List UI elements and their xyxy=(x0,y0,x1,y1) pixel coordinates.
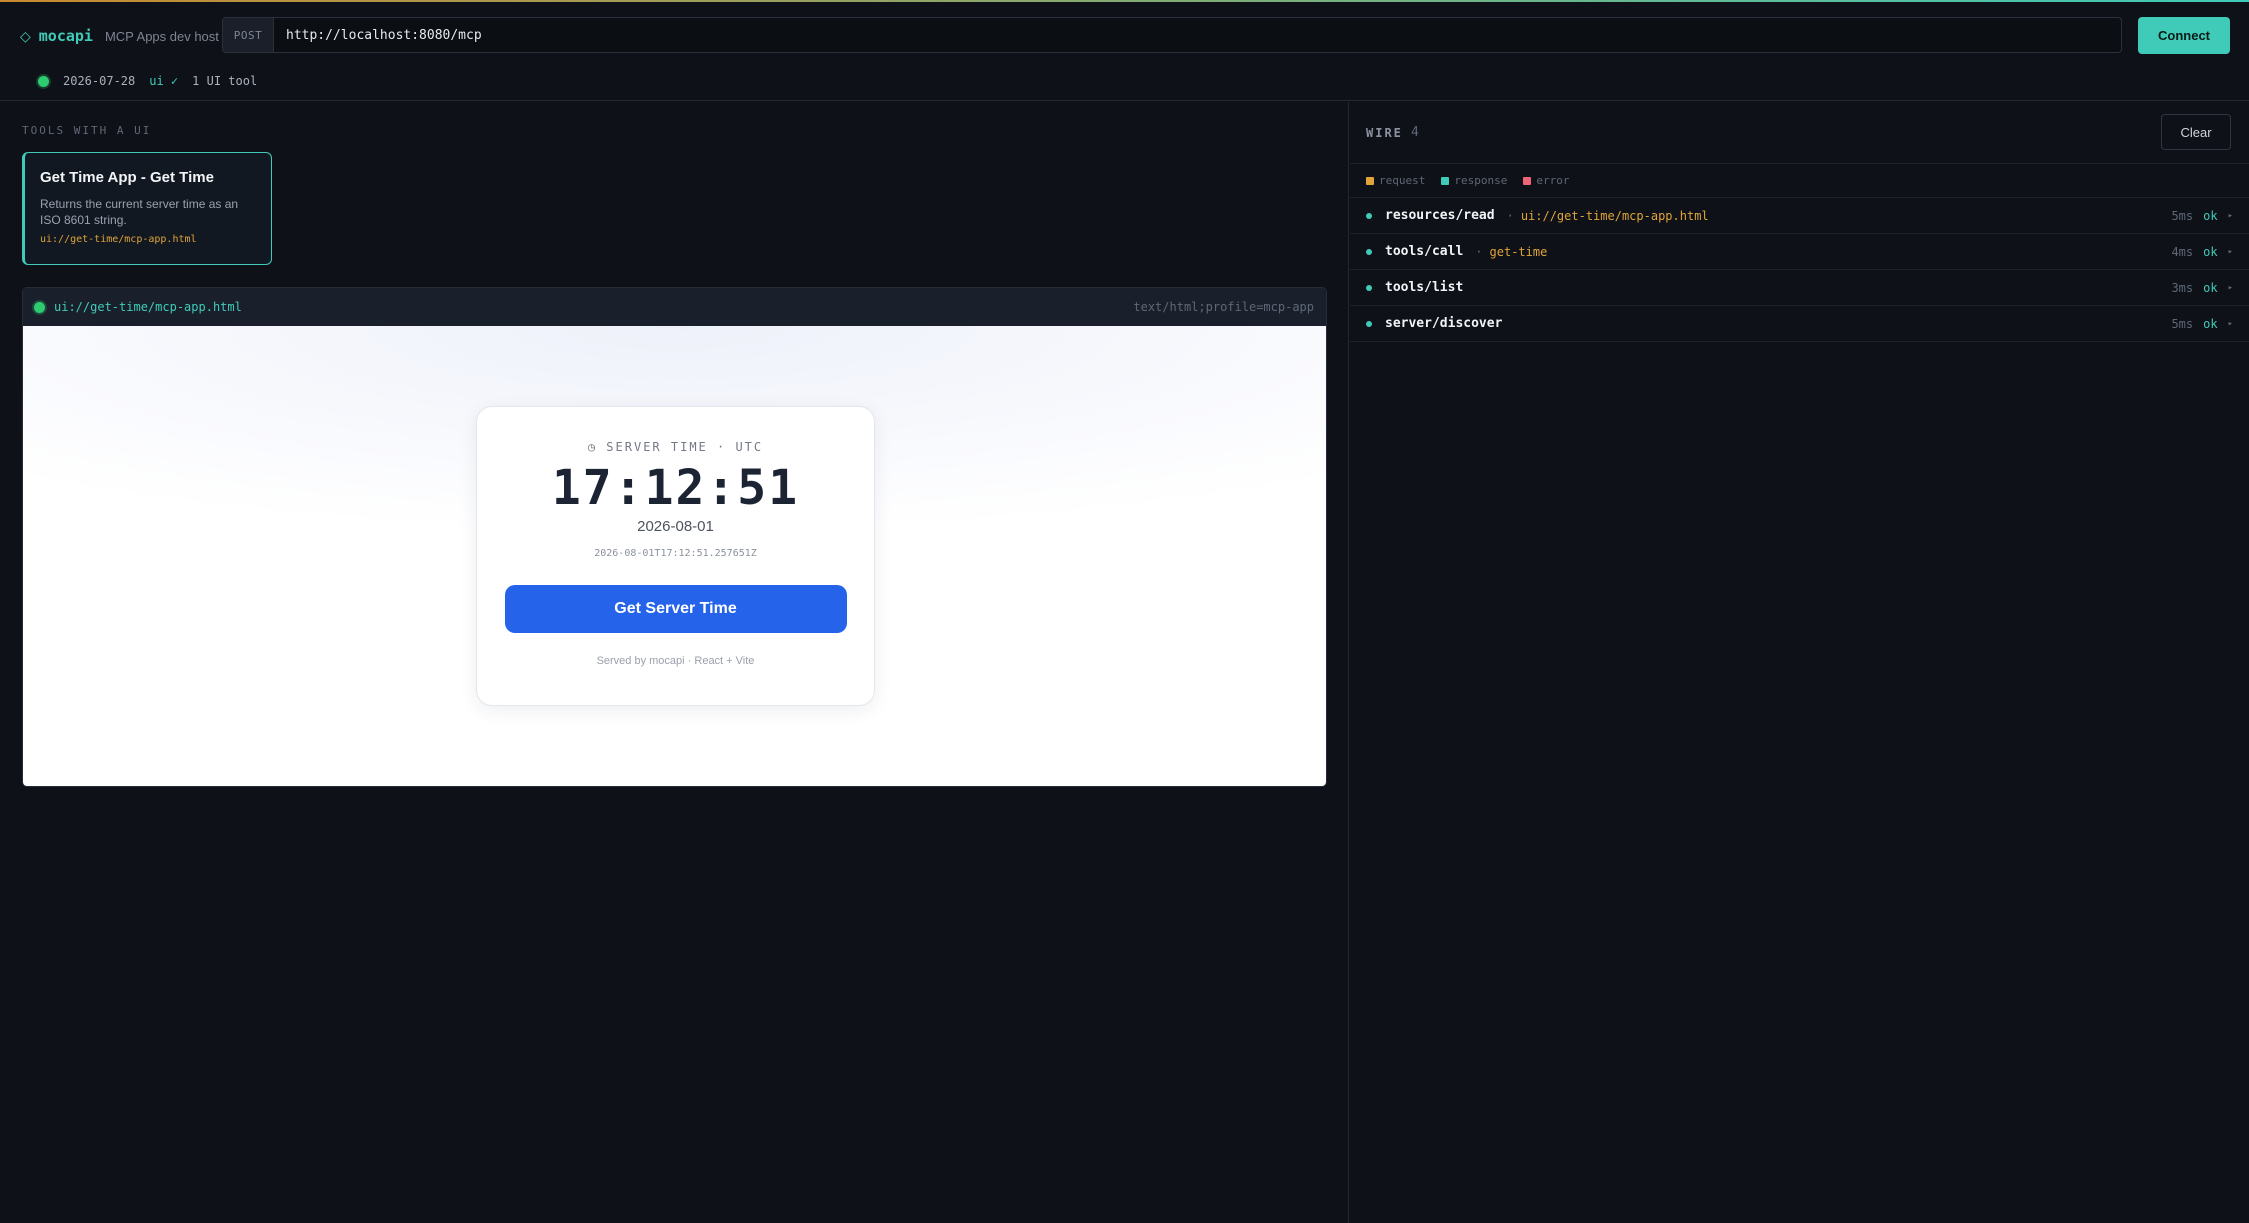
get-server-time-button[interactable]: Get Server Time xyxy=(504,585,847,633)
wire-separator: · xyxy=(1506,208,1514,223)
wire-status-dot-icon xyxy=(1366,320,1372,327)
wire-title: WIRE xyxy=(1366,126,1403,140)
url-bar: POST xyxy=(222,17,2122,53)
wire-status: ok xyxy=(2203,245,2218,259)
wire-duration: 4ms xyxy=(2171,245,2194,259)
brand-name: mocapi xyxy=(38,27,93,45)
header: ◇ mocapi MCP Apps dev host POST Connect … xyxy=(0,2,2249,101)
expand-caret-icon[interactable]: ▸ xyxy=(2228,247,2233,257)
wire-row[interactable]: tools/call · get-time 4ms ok ▸ xyxy=(1350,234,2249,270)
tools-section-label: TOOLS WITH A UI xyxy=(22,124,152,137)
wire-status: ok xyxy=(2203,281,2218,295)
tool-card-get-time[interactable]: Get Time App - Get Time Returns the curr… xyxy=(22,152,272,265)
preview-status-dot-icon xyxy=(34,301,45,313)
legend-swatch-request xyxy=(1366,176,1374,185)
wire-method: resources/read xyxy=(1385,208,1495,223)
tool-card-uri: ui://get-time/mcp-app.html xyxy=(40,234,197,245)
tool-card-title: Get Time App - Get Time xyxy=(40,169,214,186)
wire-method: tools/list xyxy=(1385,280,1464,295)
preview-mime-type: text/html;profile=mcp-app xyxy=(1133,300,1314,314)
server-time-value: 17:12:51 xyxy=(551,460,800,516)
legend-request: request xyxy=(1366,174,1425,187)
status-dot-icon xyxy=(38,75,49,87)
legend-error: error xyxy=(1523,174,1569,187)
legend-swatch-error xyxy=(1523,176,1532,185)
status-date: 2026-07-28 xyxy=(63,74,136,88)
server-url-input[interactable] xyxy=(274,18,2121,52)
wire-separator: · xyxy=(1475,244,1483,259)
wire-row[interactable]: server/discover 5ms ok ▸ xyxy=(1350,306,2249,342)
expand-caret-icon[interactable]: ▸ xyxy=(2228,319,2233,329)
preview-bar: ui://get-time/mcp-app.html text/html;pro… xyxy=(23,288,1326,326)
wire-status: ok xyxy=(2203,209,2218,223)
server-time-date: 2026-08-01 xyxy=(637,518,714,535)
connect-button[interactable]: Connect xyxy=(2138,17,2230,54)
legend-response: response xyxy=(1441,174,1507,187)
diamond-icon: ◇ xyxy=(20,27,31,44)
expand-caret-icon[interactable]: ▸ xyxy=(2228,211,2233,221)
server-time-iso: 2026-08-01T17:12:51.257651Z xyxy=(594,548,757,559)
preview-body: ◷ SERVER TIME · UTC 17:12:51 2026-08-01 … xyxy=(23,326,1326,786)
connection-status: 2026-07-28 ui ✓ 1 UI tool xyxy=(38,72,257,90)
wire-row[interactable]: resources/read · ui://get-time/mcp-app.h… xyxy=(1350,198,2249,234)
clear-button[interactable]: Clear xyxy=(2161,114,2231,150)
legend-swatch-response xyxy=(1441,176,1450,185)
ui-tool-count: 1 UI tool xyxy=(192,74,258,88)
wire-argument: ui://get-time/mcp-app.html xyxy=(1520,208,1709,223)
wire-duration: 3ms xyxy=(2171,281,2194,295)
wire-status: ok xyxy=(2203,317,2218,331)
wire-method: tools/call xyxy=(1385,244,1464,259)
http-method-badge: POST xyxy=(223,18,274,52)
wire-header: WIRE 4 Clear xyxy=(1350,102,2249,164)
server-time-label: ◷ SERVER TIME · UTC xyxy=(587,440,764,454)
wire-status-dot-icon xyxy=(1366,284,1372,291)
wire-count: 4 xyxy=(1411,125,1419,140)
tools-pane: TOOLS WITH A UI Get Time App - Get Time … xyxy=(0,102,1349,1223)
wire-pane: WIRE 4 Clear request response error reso… xyxy=(1350,102,2249,1223)
wire-duration: 5ms xyxy=(2171,209,2194,223)
legend-label: request xyxy=(1379,174,1426,187)
legend-label: response xyxy=(1454,174,1508,187)
brand-subtitle: MCP Apps dev host xyxy=(104,28,219,44)
app-preview-frame: ui://get-time/mcp-app.html text/html;pro… xyxy=(22,287,1327,787)
wire-argument: get-time xyxy=(1489,244,1548,259)
legend-label: error xyxy=(1536,174,1570,187)
expand-caret-icon[interactable]: ▸ xyxy=(2228,283,2233,293)
wire-duration: 5ms xyxy=(2171,317,2194,331)
wire-status-dot-icon xyxy=(1366,212,1372,219)
served-by-footer: Served by mocapi · React + Vite xyxy=(596,655,755,667)
server-time-card: ◷ SERVER TIME · UTC 17:12:51 2026-08-01 … xyxy=(476,406,875,706)
wire-legend: request response error xyxy=(1350,164,2249,198)
ui-capability-badge: ui ✓ xyxy=(149,74,179,88)
brand: ◇ mocapi MCP Apps dev host xyxy=(20,26,219,46)
wire-status-dot-icon xyxy=(1366,248,1372,255)
preview-uri: ui://get-time/mcp-app.html xyxy=(54,300,242,314)
wire-method: server/discover xyxy=(1385,316,1503,331)
tool-card-description: Returns the current server time as an IS… xyxy=(40,197,239,227)
wire-row[interactable]: tools/list 3ms ok ▸ xyxy=(1350,270,2249,306)
